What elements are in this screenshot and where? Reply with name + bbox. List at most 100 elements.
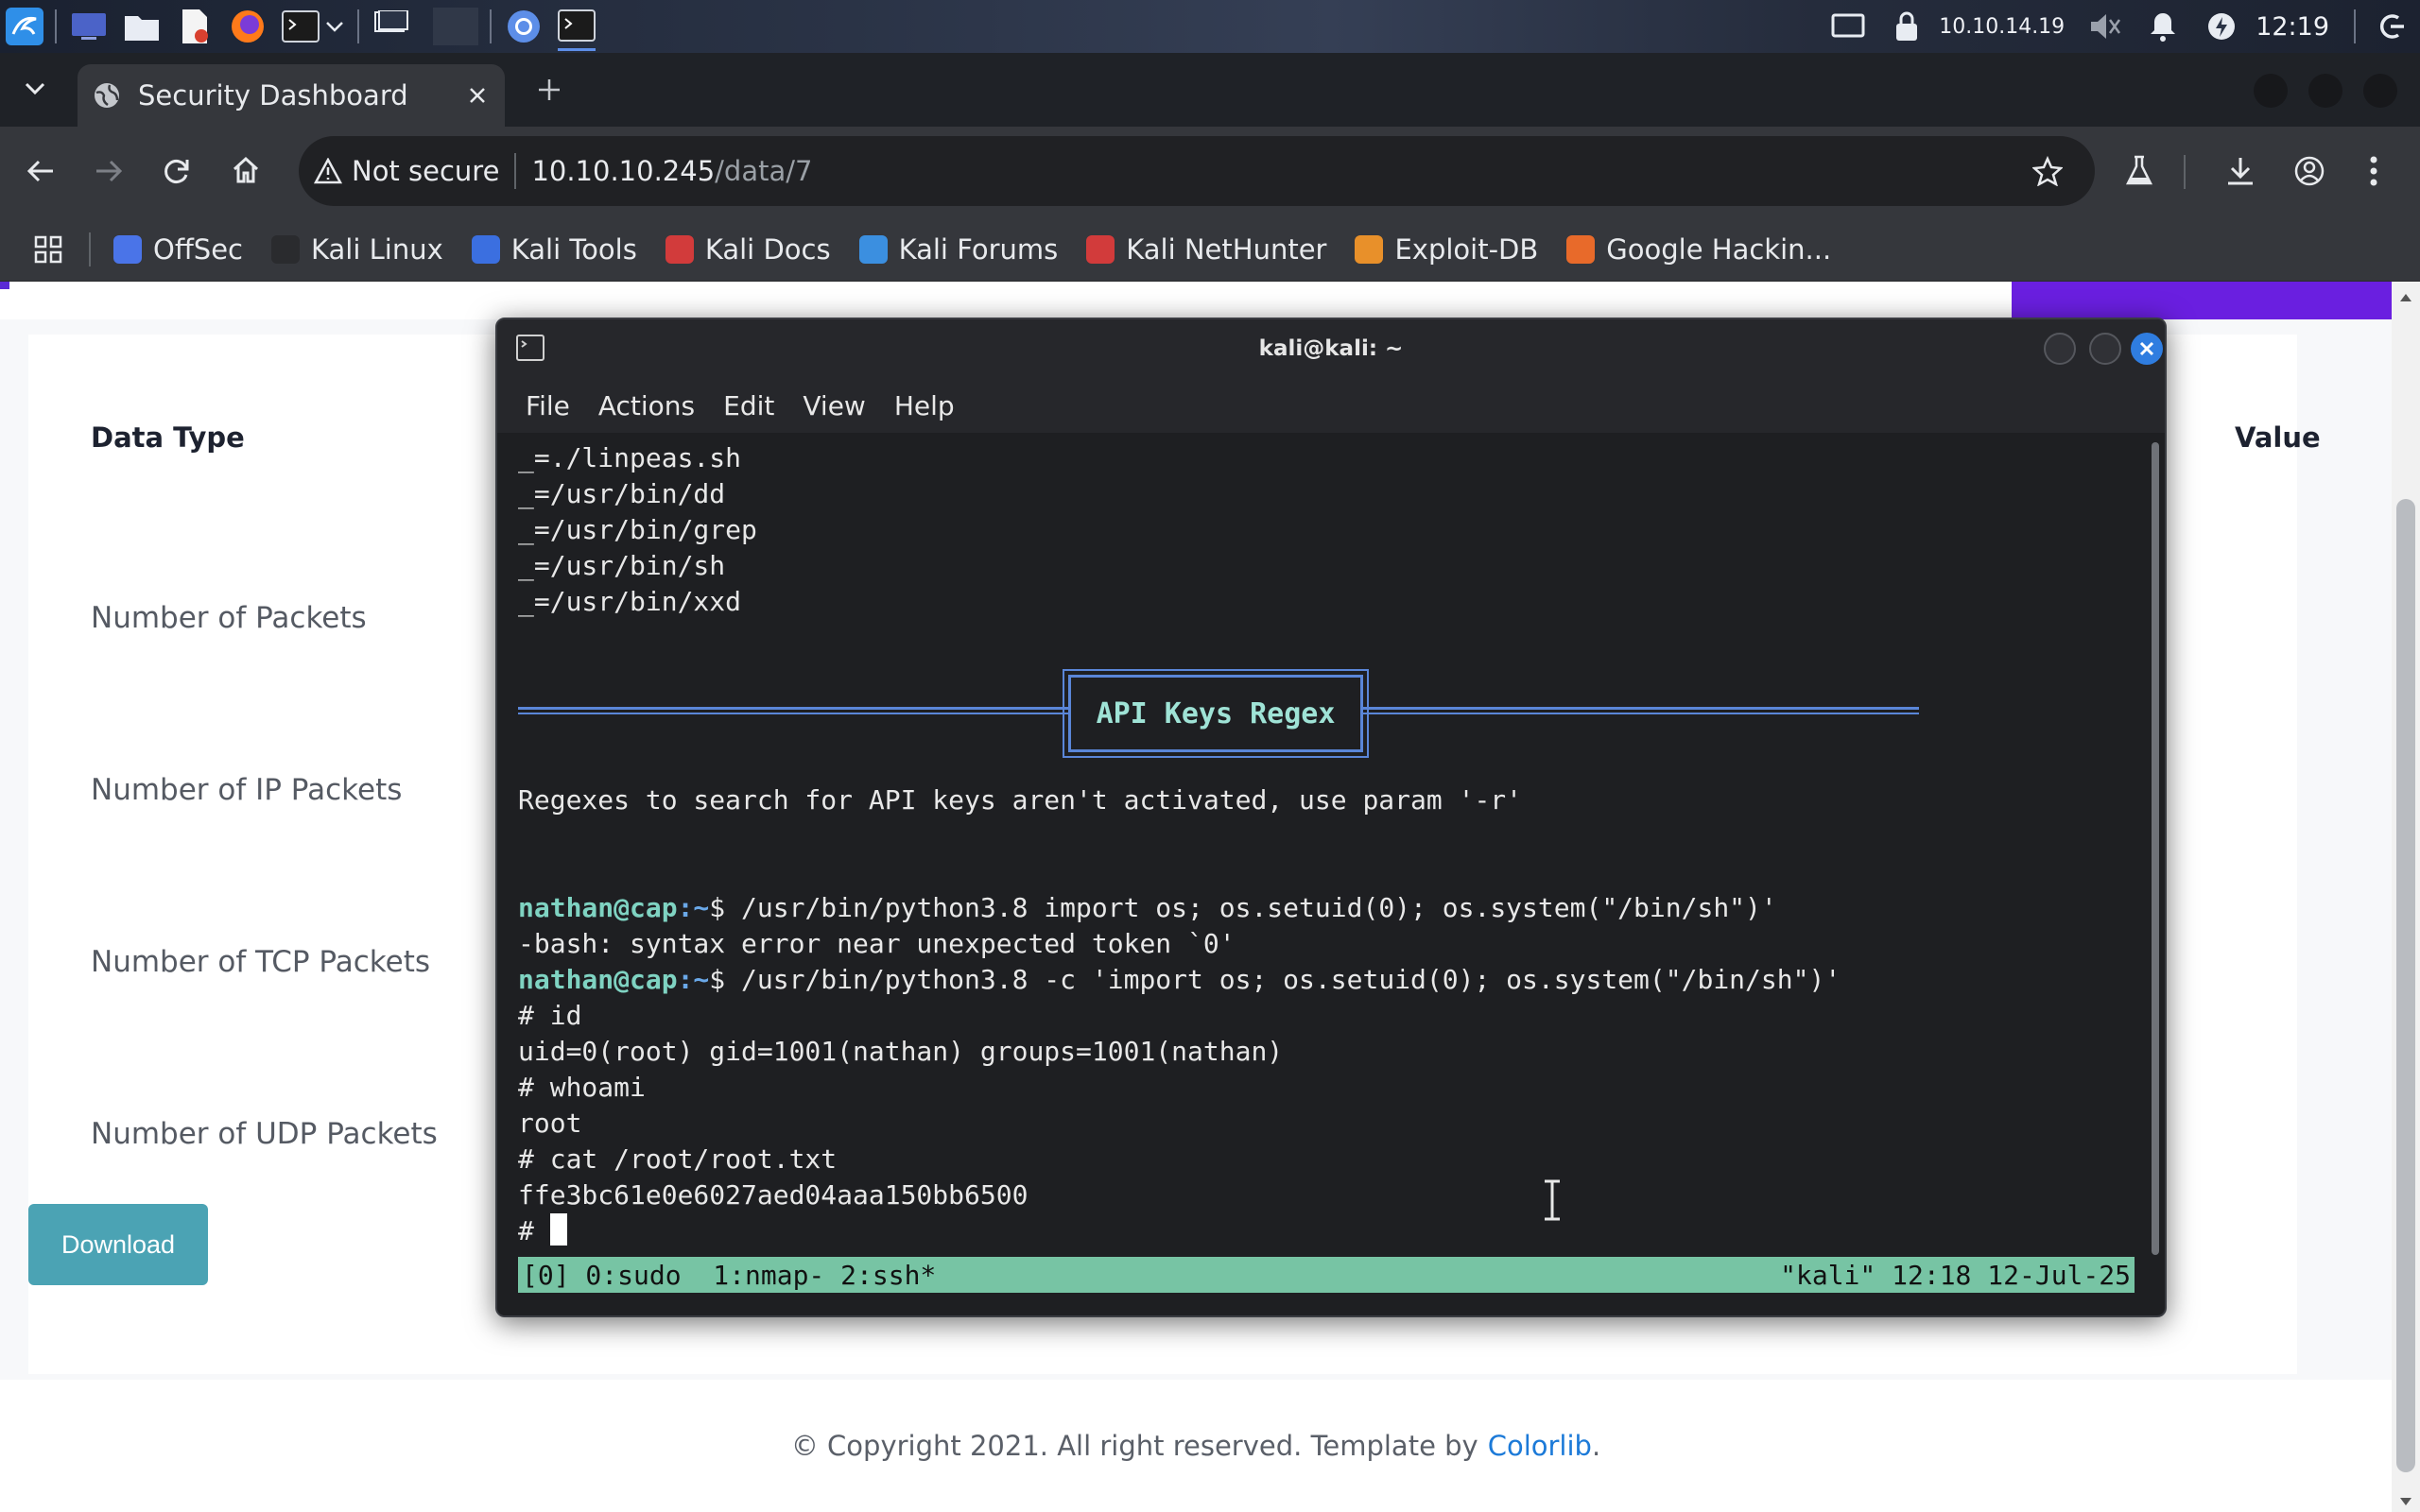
power-charge-icon[interactable] bbox=[2203, 8, 2240, 45]
text-editor-icon[interactable] bbox=[176, 8, 214, 45]
terminal-titlebar[interactable]: kali@kali: ~ bbox=[497, 319, 2165, 378]
terminal-launcher-icon[interactable] bbox=[282, 8, 320, 45]
ibeam-cursor-icon bbox=[1541, 1179, 1564, 1228]
tab-security-dashboard[interactable]: Security Dashboard bbox=[78, 64, 505, 127]
home-icon[interactable] bbox=[231, 155, 261, 189]
logout-icon[interactable] bbox=[2373, 8, 2411, 45]
desktop-icon[interactable] bbox=[70, 8, 108, 45]
page-accent-line bbox=[0, 282, 9, 289]
current-prompt[interactable]: # bbox=[518, 1213, 567, 1249]
tmux-host-time: "kali" 12:18 12-Jul-25 bbox=[1780, 1259, 2131, 1291]
screen-icon[interactable] bbox=[1829, 8, 1867, 45]
terminal-window[interactable]: kali@kali: ~ File Actions Edit View Help… bbox=[495, 318, 2167, 1317]
labs-flask-icon[interactable] bbox=[2125, 155, 2153, 191]
warning-triangle-icon[interactable] bbox=[314, 158, 342, 184]
close-icon bbox=[2139, 341, 2154, 356]
bookmark-kali-linux[interactable]: Kali Linux bbox=[271, 233, 443, 266]
terminal-scrollbar-thumb[interactable] bbox=[2152, 442, 2159, 1255]
bookmarks-bar: OffSec Kali Linux Kali Tools Kali Docs K… bbox=[0, 217, 2420, 282]
clock[interactable]: 12:19 bbox=[2256, 12, 2329, 42]
bookmark-list: OffSec Kali Linux Kali Tools Kali Docs K… bbox=[113, 233, 1859, 266]
bookmark-kali-docs[interactable]: Kali Docs bbox=[665, 233, 831, 266]
firefox-icon[interactable] bbox=[229, 8, 267, 45]
back-arrow-icon[interactable] bbox=[26, 157, 55, 189]
taskbar-separator bbox=[357, 9, 359, 43]
footer-period: . bbox=[1591, 1430, 1601, 1462]
chevron-down-icon[interactable] bbox=[323, 8, 346, 45]
url-path[interactable]: /data/7 bbox=[715, 155, 812, 187]
kali-docs-icon bbox=[665, 234, 694, 264]
page-scrollbar-thumb[interactable] bbox=[2396, 499, 2415, 1472]
command-line-1: nathan@cap:~$ /usr/bin/python3.8 import … bbox=[518, 890, 1777, 926]
security-label[interactable]: Not secure bbox=[352, 155, 499, 187]
bookmark-google-hacking[interactable]: Google Hackin... bbox=[1566, 233, 1831, 266]
profile-avatar-icon[interactable] bbox=[2293, 155, 2325, 191]
row-label-udp-packets: Number of UDP Packets bbox=[91, 1117, 438, 1151]
file-manager-icon[interactable] bbox=[123, 8, 161, 45]
vpn-lock-icon[interactable] bbox=[1888, 8, 1926, 45]
window-minimize-button[interactable] bbox=[2254, 74, 2288, 108]
terminal-output[interactable]: _=./linpeas.sh _=/usr/bin/dd _=/usr/bin/… bbox=[497, 433, 2144, 1315]
forward-arrow-icon[interactable] bbox=[95, 157, 123, 189]
terminal-maximize-button[interactable] bbox=[2089, 333, 2121, 365]
user-menu-banner[interactable] bbox=[2012, 282, 2392, 319]
reload-icon[interactable] bbox=[163, 157, 191, 189]
terminal-scrollbar[interactable] bbox=[2144, 433, 2165, 1274]
taskbar: 10.10.14.19 12:19 bbox=[0, 0, 2420, 53]
bookmark-star-icon[interactable] bbox=[2032, 156, 2063, 186]
command-line-2: nathan@cap:~$ /usr/bin/python3.8 -c 'imp… bbox=[518, 962, 1841, 998]
scroll-up-arrow-icon[interactable] bbox=[2398, 289, 2413, 307]
prompt-user: nathan@cap bbox=[518, 964, 678, 995]
system-tray: 10.10.14.19 12:19 bbox=[1808, 0, 2420, 53]
bookmark-kali-tools[interactable]: Kali Tools bbox=[471, 233, 637, 266]
url-host[interactable]: 10.10.10.245 bbox=[531, 155, 715, 187]
bookmark-kali-forums[interactable]: Kali Forums bbox=[858, 233, 1058, 266]
scroll-down-arrow-icon[interactable] bbox=[2398, 1493, 2413, 1511]
close-tab-icon[interactable] bbox=[469, 87, 486, 104]
download-icon[interactable] bbox=[2225, 155, 2256, 191]
terminal-minimize-button[interactable] bbox=[2044, 333, 2076, 365]
tmux-windows[interactable]: [0] 0:sudo 1:nmap- 2:ssh* bbox=[522, 1260, 936, 1291]
workspace-2-icon[interactable] bbox=[433, 8, 478, 45]
menu-view[interactable]: View bbox=[803, 390, 865, 421]
exploit-db-icon bbox=[1355, 234, 1384, 264]
column-header-data-type: Data Type bbox=[91, 421, 245, 454]
window-close-button[interactable] bbox=[2363, 74, 2397, 108]
error-line: -bash: syntax error near unexpected toke… bbox=[518, 928, 1236, 959]
volume-muted-icon[interactable] bbox=[2085, 8, 2123, 45]
kebab-menu-icon[interactable] bbox=[2369, 155, 2378, 191]
kali-menu-icon[interactable] bbox=[6, 8, 43, 45]
terminal-window-icon[interactable] bbox=[558, 2, 596, 51]
regex-message: Regexes to search for API keys aren't ac… bbox=[518, 784, 1523, 816]
address-bar[interactable]: Not secure 10.10.10.245 /data/7 bbox=[299, 136, 2095, 206]
apps-grid-icon[interactable] bbox=[34, 235, 62, 264]
footer-colorlib-link[interactable]: Colorlib bbox=[1488, 1430, 1592, 1462]
bookmarks-divider bbox=[89, 232, 91, 266]
terminal-close-button[interactable] bbox=[2131, 333, 2163, 365]
workspace-1-icon[interactable] bbox=[372, 8, 418, 45]
menu-help[interactable]: Help bbox=[894, 390, 955, 421]
notification-bell-icon[interactable] bbox=[2144, 8, 2182, 45]
bookmark-exploit-db[interactable]: Exploit-DB bbox=[1355, 233, 1538, 266]
bookmark-offsec[interactable]: OffSec bbox=[113, 233, 243, 266]
new-tab-icon[interactable] bbox=[537, 77, 562, 106]
download-button[interactable]: Download bbox=[28, 1204, 208, 1285]
tab-search-chevron-icon[interactable] bbox=[25, 81, 45, 99]
root-prompt: # bbox=[518, 1215, 550, 1246]
page-scrollbar[interactable] bbox=[2392, 282, 2420, 1512]
terminal-menubar: File Actions Edit View Help bbox=[497, 378, 2165, 433]
chromium-window-icon[interactable] bbox=[505, 8, 543, 45]
menu-file[interactable]: File bbox=[526, 390, 570, 421]
kali-nethunter-icon bbox=[1086, 234, 1115, 264]
bookmark-kali-nethunter[interactable]: Kali NetHunter bbox=[1086, 233, 1326, 266]
output-line: # cat /root/root.txt bbox=[518, 1143, 838, 1175]
menu-actions[interactable]: Actions bbox=[598, 390, 695, 421]
prompt-user: nathan@cap bbox=[518, 892, 678, 923]
toolbar-divider bbox=[2184, 155, 2186, 189]
window-maximize-button[interactable] bbox=[2308, 74, 2342, 108]
terminal-app-icon bbox=[516, 335, 544, 361]
output-line: root bbox=[518, 1108, 582, 1139]
url-divider bbox=[514, 153, 517, 189]
menu-edit[interactable]: Edit bbox=[723, 390, 774, 421]
ip-address: 10.10.14.19 bbox=[1939, 14, 2066, 39]
